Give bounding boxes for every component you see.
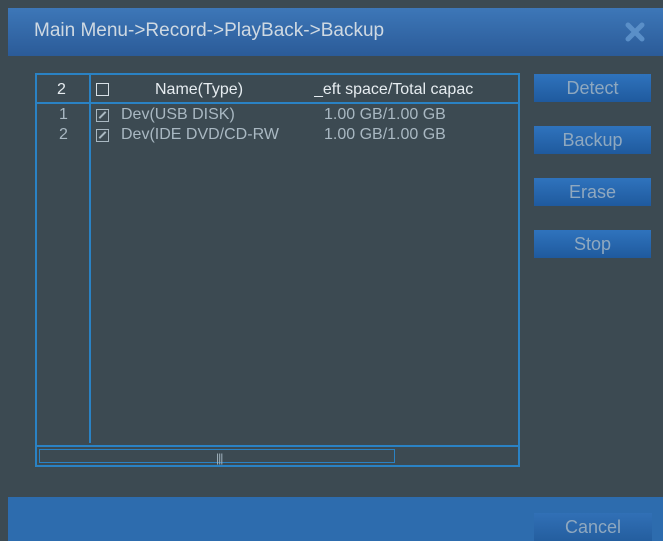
scrollbar-thumb[interactable]: ||| xyxy=(39,449,395,465)
device-space: 1.00 GB/1.00 GB xyxy=(324,126,446,143)
header-divider xyxy=(37,102,518,104)
detect-button[interactable]: Detect xyxy=(534,74,651,102)
device-list[interactable]: 2 Name(Type) _eft space/Total capac 1 De… xyxy=(35,73,520,467)
row-index: 2 xyxy=(59,126,68,143)
backup-button[interactable]: Backup xyxy=(534,126,651,154)
row-checkbox[interactable] xyxy=(96,129,109,142)
device-space: 1.00 GB/1.00 GB xyxy=(324,106,446,123)
grip-icon: ||| xyxy=(216,451,223,465)
row-index: 1 xyxy=(59,106,68,123)
stop-button[interactable]: Stop xyxy=(534,230,651,258)
title-bar: Main Menu->Record->PlayBack->Backup xyxy=(8,8,663,56)
space-column-header[interactable]: _eft space/Total capac xyxy=(314,81,518,99)
device-name: Dev(USB DISK) xyxy=(121,106,235,123)
backup-window: Main Menu->Record->PlayBack->Backup 2 Na… xyxy=(0,0,663,541)
close-icon[interactable] xyxy=(621,18,649,46)
window-title: Main Menu->Record->PlayBack->Backup xyxy=(34,20,385,41)
name-column-header[interactable]: Name(Type) xyxy=(155,81,243,99)
device-name: Dev(IDE DVD/CD-RW xyxy=(121,126,279,143)
horizontal-scrollbar[interactable]: ||| xyxy=(37,445,518,465)
row-checkbox[interactable] xyxy=(96,109,109,122)
cancel-button[interactable]: Cancel xyxy=(534,513,652,541)
column-divider xyxy=(89,75,91,443)
device-count: 2 xyxy=(57,81,66,98)
bottom-bar: Cancel xyxy=(8,497,663,541)
erase-button[interactable]: Erase xyxy=(534,178,651,206)
select-all-checkbox[interactable] xyxy=(96,83,109,96)
